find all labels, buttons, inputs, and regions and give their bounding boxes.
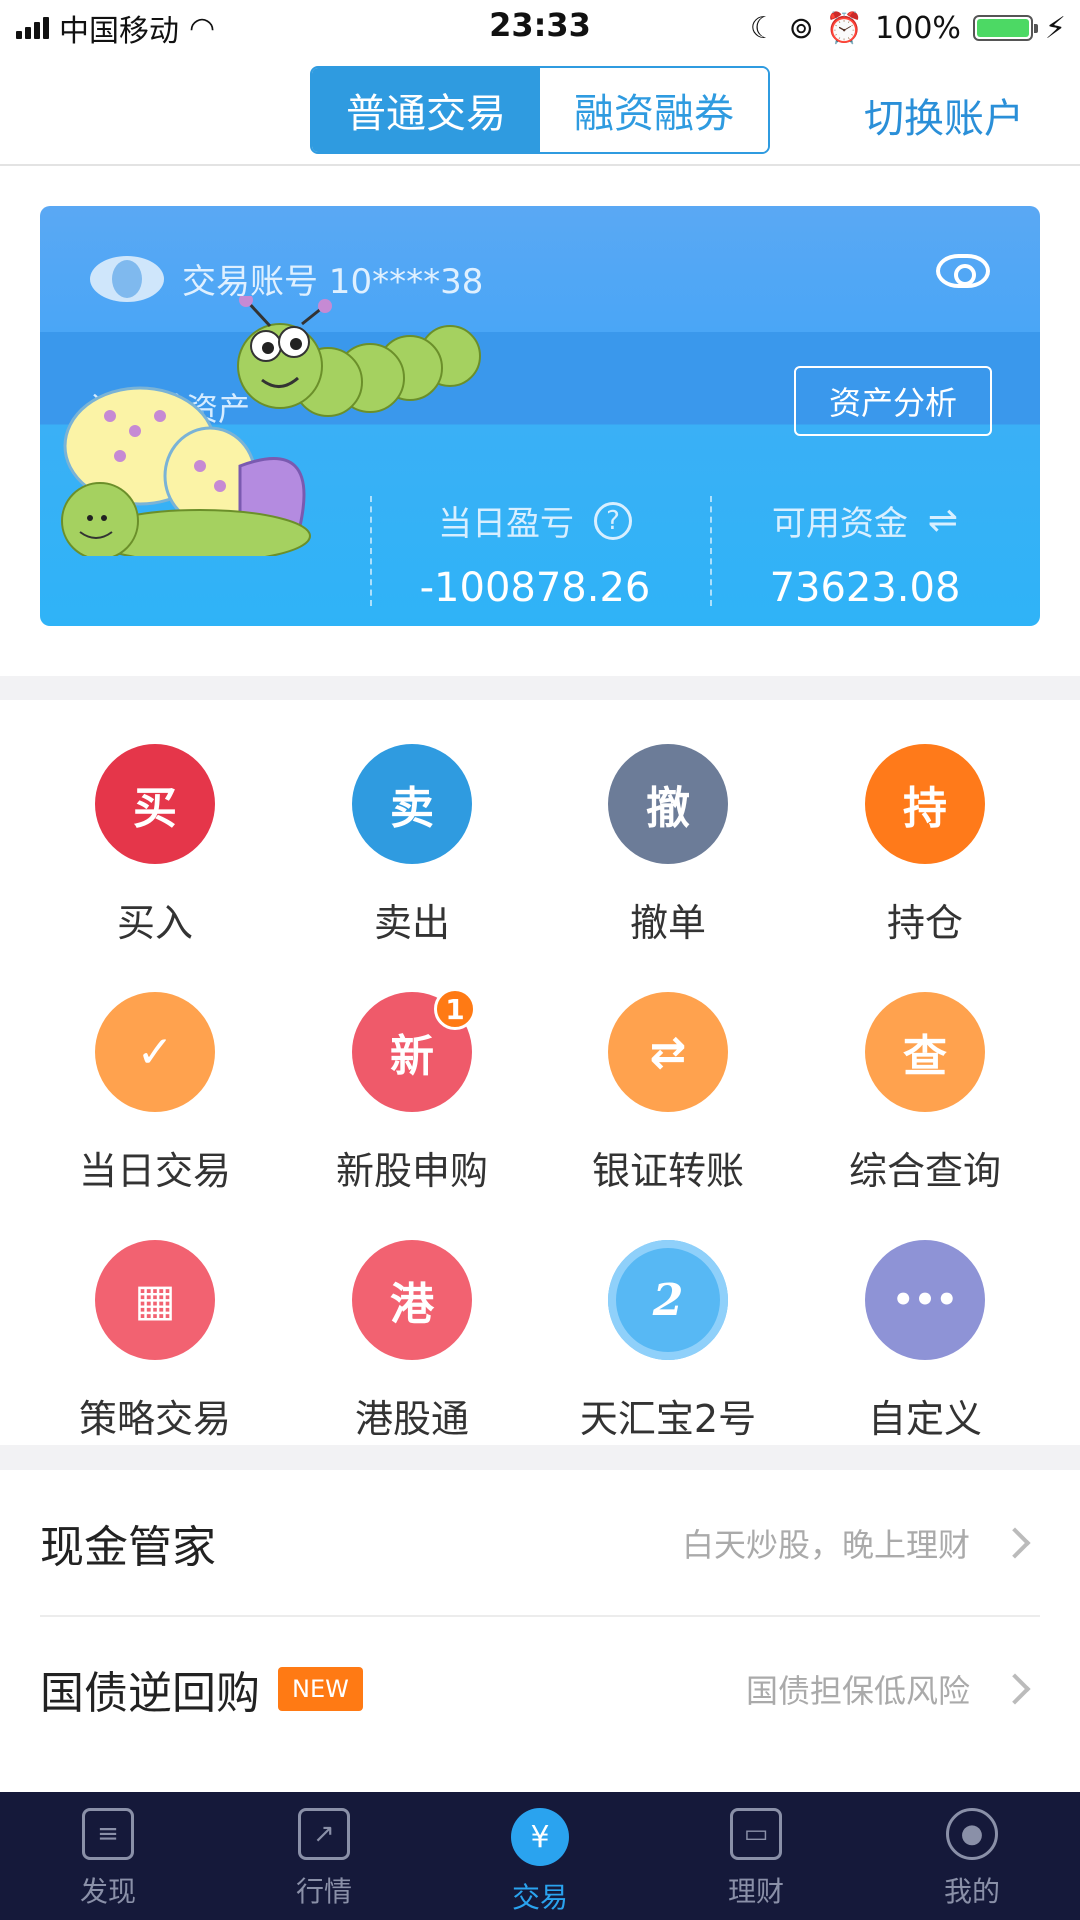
grid-item-customize[interactable]: ••• 自定义 [790, 1196, 1060, 1444]
strategy-calendar-icon: ▦ [95, 1240, 215, 1360]
tab-label: 交易 [511, 1881, 568, 1914]
user-icon: ● [946, 1808, 998, 1860]
news-icon: ≡ [82, 1808, 134, 1860]
available-funds-value: 73623.08 [769, 565, 961, 611]
grid-item-label: 新股申购 [335, 1149, 488, 1193]
rotation-lock-icon: ⊚ [788, 10, 814, 46]
swap-icon[interactable]: ⇌ [928, 500, 958, 541]
grid-item-hk-connect[interactable]: 港 港股通 [277, 1196, 547, 1444]
grid-item-label: 自定义 [867, 1397, 982, 1441]
daily-pnl-value: -100878.26 [419, 565, 651, 611]
moon-icon: ☾ [749, 10, 777, 46]
calendar-check-icon: ✓ [95, 992, 215, 1112]
grid-item-label: 策略交易 [78, 1397, 231, 1441]
tianhuibao-icon: 2 [608, 1240, 728, 1360]
promo-list: 现金管家 白天炒股，晚上理财 国债逆回购 NEW 国债担保低风险 [0, 1470, 1080, 1792]
list-item-subtitle: 国债担保低风险 [745, 1671, 970, 1710]
grid-item-strategy-trade[interactable]: ▦ 策略交易 [20, 1196, 290, 1444]
grid-item-label: 综合查询 [848, 1149, 1001, 1193]
wallet-icon: ▭ [730, 1808, 782, 1860]
list-item-reverse-repo[interactable]: 国债逆回购 NEW 国债担保低风险 [40, 1615, 1040, 1760]
trade-header: 普通交易 融资融券 切换账户 [0, 56, 1080, 166]
tab-market[interactable]: ↗ 行情 [216, 1792, 432, 1920]
yen-icon: ¥ [511, 1808, 569, 1866]
asset-analysis-button[interactable]: 资产分析 [794, 366, 992, 436]
chevron-right-icon [999, 1672, 1031, 1705]
transfer-icon: ⇄ [608, 992, 728, 1112]
list-item-subtitle: 白天炒股，晚上理财 [681, 1525, 970, 1564]
battery-percent: 100% [875, 10, 961, 46]
available-funds-label: 可用资金 [771, 504, 908, 544]
sell-icon: 卖 [352, 744, 472, 864]
grid-item-label: 卖出 [373, 901, 450, 945]
grid-item-label: 买入 [116, 901, 193, 945]
grid-item-cancel-order[interactable]: 撤 撤单 [533, 700, 803, 948]
function-grid: 买 买入 卖 卖出 撤 撤单 持 持仓 ✓ 当日交易 新 1 新股申购 ⇄ 银证… [0, 700, 1080, 1445]
grid-item-buy[interactable]: 买 买入 [20, 700, 290, 948]
grid-item-tianhuibao[interactable]: 2 天汇宝2号 [533, 1196, 803, 1444]
bottom-tab-bar: ≡ 发现 ↗ 行情 ¥ 交易 ▭ 理财 ● 我的 [0, 1792, 1080, 1920]
notification-badge: 1 [434, 988, 476, 1030]
charging-icon: ⚡ [1044, 10, 1066, 46]
tab-label: 行情 [295, 1875, 352, 1908]
daily-pnl-label: 当日盈亏 [438, 504, 574, 544]
grid-item-label: 银证转账 [591, 1149, 744, 1193]
tab-margin-trade[interactable]: 融资融券 [540, 68, 768, 152]
broker-logo-icon [90, 255, 164, 302]
tab-mine[interactable]: ● 我的 [864, 1792, 1080, 1920]
tab-normal-trade[interactable]: 普通交易 [312, 68, 540, 152]
buy-icon: 买 [95, 744, 215, 864]
switch-account-button[interactable]: 切换账户 [864, 86, 1024, 144]
tab-wealth[interactable]: ▭ 理财 [648, 1792, 864, 1920]
account-section: 交易账号 10****38 证券总资产 资产分析 [0, 166, 1080, 676]
tab-label: 发现 [79, 1875, 136, 1908]
eye-icon[interactable] [936, 254, 990, 288]
grid-item-ipo-subscribe[interactable]: 新 1 新股申购 [277, 948, 547, 1196]
grid-item-label: 港股通 [354, 1397, 469, 1441]
chevron-right-icon [999, 1526, 1031, 1559]
alarm-icon: ⏰ [825, 10, 864, 46]
grid-item-label: 天汇宝2号 [579, 1397, 757, 1441]
available-funds: 可用资金 ⇌ 73623.08 [700, 496, 1030, 611]
tab-trade[interactable]: ¥ 交易 [432, 1792, 648, 1920]
grid-item-label: 当日交易 [78, 1149, 231, 1193]
more-icon: ••• [865, 1240, 985, 1360]
grid-item-label: 撤单 [629, 901, 706, 945]
account-card: 交易账号 10****38 证券总资产 资产分析 [40, 206, 1040, 626]
positions-icon: 持 [865, 744, 985, 864]
list-item-title: 现金管家 [40, 1521, 216, 1573]
trade-mode-segment: 普通交易 融资融券 [310, 66, 770, 154]
status-bar: 中国移动 ◠ 23:33 ☾ ⊚ ⏰ 100% ⚡ [0, 0, 1080, 56]
battery-icon [972, 15, 1038, 41]
grid-item-sell[interactable]: 卖 卖出 [277, 700, 547, 948]
grid-item-bank-transfer[interactable]: ⇄ 银证转账 [533, 948, 803, 1196]
grid-item-label: 持仓 [886, 901, 963, 945]
new-stock-icon: 新 1 [352, 988, 476, 1112]
tab-label: 我的 [943, 1875, 1000, 1908]
query-icon: 查 [865, 992, 985, 1112]
new-badge: NEW [278, 1666, 363, 1711]
daily-pnl: 当日盈亏 ? -100878.26 [370, 496, 700, 611]
grid-item-positions[interactable]: 持 持仓 [790, 700, 1060, 948]
cancel-order-icon: 撤 [608, 744, 728, 864]
list-item-cash-manager[interactable]: 现金管家 白天炒股，晚上理财 [40, 1470, 1040, 1615]
hk-connect-icon: 港 [352, 1240, 472, 1360]
grid-item-query[interactable]: 查 综合查询 [790, 948, 1060, 1196]
help-icon[interactable]: ? [594, 501, 632, 540]
list-item-title: 国债逆回购 [40, 1667, 260, 1719]
grid-item-daily-trades[interactable]: ✓ 当日交易 [20, 948, 290, 1196]
chart-icon: ↗ [298, 1808, 350, 1860]
tab-discover[interactable]: ≡ 发现 [0, 1792, 216, 1920]
tab-label: 理财 [727, 1875, 784, 1908]
